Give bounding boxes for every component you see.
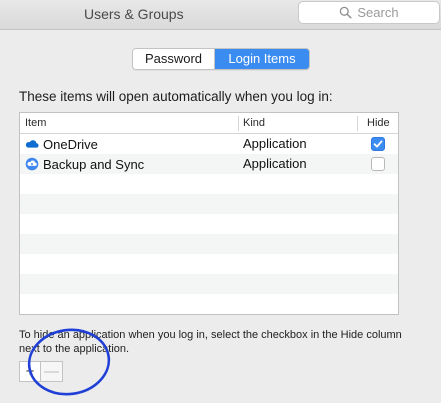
onedrive-icon <box>25 140 39 148</box>
login-items-description: These items will open automatically when… <box>19 89 333 104</box>
window-title: Users & Groups <box>84 6 184 22</box>
tab-login-items[interactable]: Login Items <box>215 49 309 69</box>
login-items-table[interactable]: Item Kind Hide OneDrive Application Back… <box>19 112 399 315</box>
item-name: Backup and Sync <box>43 156 145 172</box>
column-header-kind[interactable]: Kind <box>243 113 265 133</box>
table-body: OneDrive Application Backup and Sync App… <box>20 134 398 315</box>
column-divider <box>357 116 358 131</box>
column-header-item[interactable]: Item <box>25 113 46 133</box>
table-row[interactable]: OneDrive Application <box>20 134 398 154</box>
item-cell: OneDrive <box>25 134 98 154</box>
empty-row <box>20 274 398 294</box>
hide-checkbox[interactable] <box>371 157 385 171</box>
remove-button[interactable]: — <box>41 362 62 381</box>
search-placeholder: Search <box>357 5 399 20</box>
search-icon <box>340 6 352 19</box>
item-name: OneDrive <box>43 136 98 152</box>
backup-sync-icon <box>25 157 39 171</box>
checkmark-icon <box>373 140 383 148</box>
empty-row <box>20 234 398 254</box>
table-header: Item Kind Hide <box>20 113 398 134</box>
hide-checkbox[interactable] <box>371 137 385 151</box>
column-header-hide[interactable]: Hide <box>367 113 390 133</box>
column-divider <box>238 116 239 131</box>
empty-row <box>20 314 398 315</box>
segmented-tabs: Password Login Items <box>132 48 310 70</box>
help-text: To hide an application when you log in, … <box>19 329 402 355</box>
kind-cell: Application <box>243 136 307 151</box>
item-cell: Backup and Sync <box>25 154 144 174</box>
empty-row <box>20 294 398 314</box>
title-bar: Users & Groups Search <box>0 0 441 30</box>
tab-password[interactable]: Password <box>133 49 215 69</box>
empty-row <box>20 254 398 274</box>
search-input[interactable]: Search <box>298 1 440 24</box>
add-button[interactable]: + <box>20 362 41 381</box>
preferences-window: Users & Groups Search Password Login Ite… <box>0 0 441 403</box>
empty-row <box>20 214 398 234</box>
empty-row <box>20 174 398 194</box>
kind-cell: Application <box>243 156 307 171</box>
table-row[interactable]: Backup and Sync Application <box>20 154 398 174</box>
add-remove-buttons: + — <box>19 361 63 382</box>
empty-row <box>20 194 398 214</box>
